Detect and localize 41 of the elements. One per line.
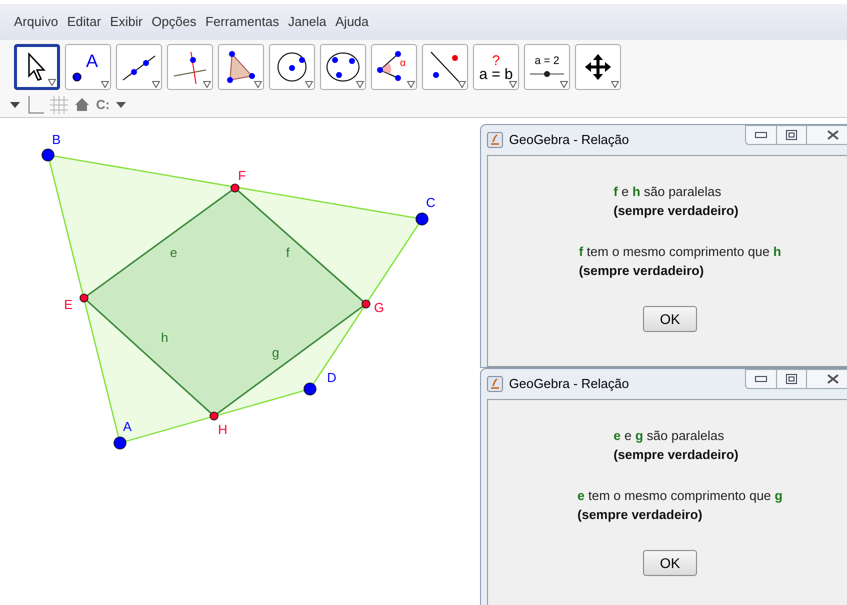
relation-verdict: (sempre verdadeiro) [614, 446, 738, 464]
capture-label: C: [96, 96, 110, 114]
point-label: E [64, 297, 73, 312]
ok-button[interactable]: OK [643, 306, 697, 332]
segment-label: e [170, 245, 178, 260]
ok-button[interactable]: OK [643, 550, 697, 576]
window-title: GeoGebra - Relação [509, 375, 629, 394]
menu-item[interactable]: Opções [152, 12, 196, 32]
relation-statement: f e h são paralelas [614, 183, 722, 201]
menu-item[interactable]: Editar [67, 12, 102, 32]
point-label: D [327, 370, 336, 385]
point-label: A [123, 419, 132, 434]
relation-statement: e e g são paralelas [614, 427, 724, 445]
segment-label: f [286, 245, 290, 260]
menu-item[interactable]: Janela [288, 12, 326, 32]
tool-button[interactable]: α [371, 44, 417, 90]
tool-button[interactable]: a = 2 [524, 44, 570, 90]
relation-verdict: (sempre verdadeiro) [578, 262, 704, 280]
point-label: B [52, 132, 61, 147]
relation-verdict: (sempre verdadeiro) [614, 202, 738, 220]
menu-item[interactable]: Exibir [110, 12, 143, 32]
relation-statement: f tem o mesmo comprimento que h [578, 243, 782, 261]
menu-item[interactable]: Arquivo [14, 12, 58, 32]
tool-label: a = b [479, 66, 513, 82]
tool-label: ? [492, 52, 500, 66]
relation-verdict: (sempre verdadeiro) [577, 506, 702, 524]
segment-label: g [272, 345, 280, 360]
segment-label: h [161, 330, 168, 345]
menu-item[interactable]: Ferramentas [205, 12, 280, 32]
point-label: G [374, 300, 384, 315]
tool-label: A [86, 50, 98, 73]
point-label: F [238, 168, 246, 183]
point-label: C [426, 195, 436, 210]
window-title: GeoGebra - Relação [509, 131, 629, 150]
tool-label: a = 2 [534, 56, 560, 67]
relation-statement: e tem o mesmo comprimento que g [577, 487, 783, 505]
tool-button[interactable]: ? a = b [473, 44, 519, 90]
tool-label: α [400, 59, 406, 69]
menu-item[interactable]: Ajuda [335, 12, 369, 32]
tool-button[interactable]: A [65, 44, 111, 90]
point-label: H [218, 422, 228, 437]
